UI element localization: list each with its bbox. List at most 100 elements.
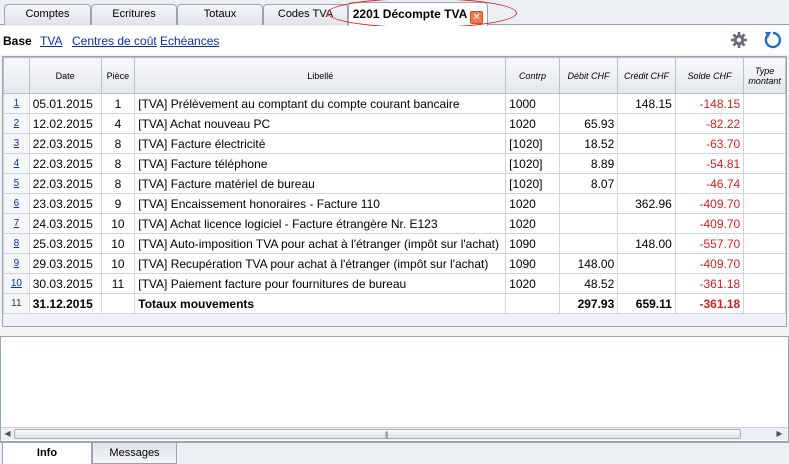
cell-contrp[interactable]: 1020 (505, 113, 560, 134)
cell-type-montant[interactable] (743, 153, 786, 174)
cell-date[interactable]: 22.03.2015 (28, 173, 102, 194)
cell-type-montant[interactable] (743, 93, 786, 114)
tab-ecritures[interactable]: Ecritures (91, 4, 177, 25)
cell-piece[interactable]: 8 (100, 133, 136, 154)
cell-contrp[interactable]: 1000 (505, 93, 560, 114)
cell-debit[interactable]: 297.93 (558, 293, 619, 314)
cell-date[interactable]: 05.01.2015 (28, 93, 102, 114)
row-number[interactable]: 10 (3, 273, 30, 294)
view-base-label[interactable]: Base (3, 34, 32, 48)
gear-icon[interactable] (730, 31, 748, 49)
column-header-piece[interactable]: Pièce (100, 57, 136, 94)
row-number[interactable]: 9 (3, 253, 30, 274)
column-header-solde[interactable]: Solde CHF (674, 57, 745, 94)
cell-debit[interactable]: 8.07 (558, 173, 619, 194)
table-row[interactable]: 5 22.03.2015 8 [TVA] Facture matériel de… (3, 173, 786, 194)
cell-solde[interactable]: -409.70 (674, 253, 745, 274)
column-header-debit[interactable]: Débit CHF (558, 57, 619, 94)
tab-codes-tva[interactable]: Codes TVA (263, 4, 348, 25)
cell-solde[interactable]: -409.70 (674, 193, 745, 214)
cell-date[interactable]: 30.03.2015 (28, 273, 102, 294)
cell-type-montant[interactable] (743, 233, 786, 254)
cell-contrp[interactable]: 1090 (505, 253, 560, 274)
cell-solde[interactable]: -82.22 (674, 113, 745, 134)
table-row[interactable]: 4 22.03.2015 8 [TVA] Facture téléphone [… (3, 153, 786, 174)
cell-date[interactable]: 22.03.2015 (28, 153, 102, 174)
cell-credit[interactable] (617, 173, 676, 194)
row-number[interactable]: 3 (3, 133, 30, 154)
cell-piece[interactable]: 4 (100, 113, 136, 134)
cell-libelle[interactable]: [TVA] Achat licence logiciel - Facture é… (134, 213, 507, 234)
cell-debit[interactable] (558, 213, 619, 234)
view-link-centres-de-cout[interactable]: Centres de coût (72, 34, 157, 48)
cell-piece[interactable]: 10 (100, 213, 136, 234)
cell-solde[interactable]: -557.70 (674, 233, 745, 254)
row-number[interactable]: 6 (3, 193, 30, 214)
cell-contrp[interactable]: 1020 (505, 273, 560, 294)
cell-type-montant[interactable] (743, 173, 786, 194)
cell-piece[interactable]: 10 (100, 253, 136, 274)
refresh-icon[interactable] (763, 31, 783, 49)
cell-credit[interactable] (617, 273, 676, 294)
table-row[interactable]: 8 25.03.2015 10 [TVA] Auto-imposition TV… (3, 233, 786, 254)
cell-libelle[interactable]: [TVA] Achat nouveau PC (134, 113, 507, 134)
cell-solde[interactable]: -46.74 (674, 173, 745, 194)
cell-debit[interactable]: 48.52 (558, 273, 619, 294)
cell-contrp[interactable] (505, 293, 560, 314)
table-row[interactable]: 3 22.03.2015 8 [TVA] Facture électricité… (3, 133, 786, 154)
cell-libelle[interactable]: [TVA] Prélèvement au comptant du compte … (134, 93, 507, 114)
cell-solde[interactable]: -148.15 (674, 93, 745, 114)
cell-piece[interactable] (100, 293, 136, 314)
cell-libelle[interactable]: [TVA] Auto-imposition TVA pour achat à l… (134, 233, 507, 254)
cell-credit[interactable] (617, 253, 676, 274)
column-header-type-montant[interactable]: Type montant (743, 57, 786, 94)
cell-debit[interactable] (558, 93, 619, 114)
cell-libelle[interactable]: Totaux mouvements (134, 293, 507, 314)
column-header-date[interactable]: Date (28, 57, 102, 94)
cell-type-montant[interactable] (743, 213, 786, 234)
tab-info[interactable]: Info (2, 443, 92, 464)
table-row[interactable]: 10 30.03.2015 11 [TVA] Paiement facture … (3, 273, 786, 294)
row-number[interactable]: 2 (3, 113, 30, 134)
row-number[interactable]: 1 (3, 93, 30, 114)
cell-contrp[interactable]: [1020] (505, 153, 560, 174)
cell-solde[interactable]: -54.81 (674, 153, 745, 174)
cell-date[interactable]: 25.03.2015 (28, 233, 102, 254)
cell-solde[interactable]: -409.70 (674, 213, 745, 234)
column-header-libelle[interactable]: Libellé (134, 57, 507, 94)
cell-solde[interactable]: -361.18 (674, 293, 745, 314)
totals-row[interactable]: 11 31.12.2015 Totaux mouvements 297.93 6… (3, 293, 786, 314)
view-link-tva[interactable]: TVA (40, 34, 62, 48)
table-row[interactable]: 9 29.03.2015 10 [TVA] Recupération TVA p… (3, 253, 786, 274)
cell-date[interactable]: 31.12.2015 (28, 293, 102, 314)
cell-date[interactable]: 12.02.2015 (28, 113, 102, 134)
cell-debit[interactable]: 148.00 (558, 253, 619, 274)
table-row[interactable]: 1 05.01.2015 1 [TVA] Prélèvement au comp… (3, 93, 786, 114)
cell-piece[interactable]: 8 (100, 173, 136, 194)
tab-comptes[interactable]: Comptes (4, 4, 91, 25)
cell-debit[interactable]: 8.89 (558, 153, 619, 174)
table-row[interactable]: 6 23.03.2015 9 [TVA] Encaissement honora… (3, 193, 786, 214)
cell-libelle[interactable]: [TVA] Paiement facture pour fournitures … (134, 273, 507, 294)
row-number[interactable]: 5 (3, 173, 30, 194)
row-number[interactable]: 11 (3, 293, 30, 314)
cell-piece[interactable]: 10 (100, 233, 136, 254)
cell-type-montant[interactable] (743, 113, 786, 134)
row-number[interactable]: 7 (3, 213, 30, 234)
column-header-credit[interactable]: Crédit CHF (617, 57, 676, 94)
cell-date[interactable]: 22.03.2015 (28, 133, 102, 154)
cell-solde[interactable]: -63.70 (674, 133, 745, 154)
cell-piece[interactable]: 8 (100, 153, 136, 174)
cell-date[interactable]: 24.03.2015 (28, 213, 102, 234)
cell-piece[interactable]: 9 (100, 193, 136, 214)
cell-credit[interactable]: 148.00 (617, 233, 676, 254)
cell-type-montant[interactable] (743, 273, 786, 294)
cell-contrp[interactable]: 1020 (505, 193, 560, 214)
column-header-contrp[interactable]: Contrp (505, 57, 560, 94)
scrollbar-thumb[interactable]: ||| (14, 429, 741, 439)
cell-piece[interactable]: 1 (100, 93, 136, 114)
cell-type-montant[interactable] (743, 293, 786, 314)
cell-libelle[interactable]: [TVA] Facture matériel de bureau (134, 173, 507, 194)
cell-debit[interactable]: 18.52 (558, 133, 619, 154)
cell-libelle[interactable]: [TVA] Encaissement honoraires - Facture … (134, 193, 507, 214)
